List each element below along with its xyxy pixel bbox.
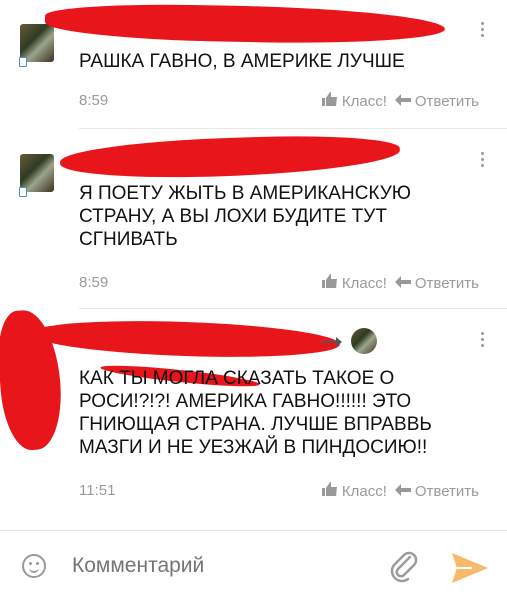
like-button[interactable]: Класс! bbox=[321, 274, 387, 292]
comment-composer bbox=[0, 530, 507, 605]
divider bbox=[79, 308, 507, 309]
comment-text: РАШКА ГАВНО, В АМЕРИКЕ ЛУЧШЕ bbox=[79, 51, 405, 72]
thumbs-up-icon bbox=[321, 274, 338, 292]
reply-button[interactable]: Ответить bbox=[394, 93, 479, 110]
author-name-redacted bbox=[29, 316, 341, 362]
like-button[interactable]: Класс! bbox=[321, 482, 387, 500]
like-button[interactable]: Класс! bbox=[321, 92, 387, 110]
reply-to-arrow-icon bbox=[322, 332, 342, 353]
comment-time: 8:59 bbox=[79, 274, 109, 291]
more-options-icon[interactable] bbox=[481, 22, 485, 37]
attach-icon[interactable] bbox=[388, 549, 420, 588]
comment-1: РАШКА ГАВНО, В АМЕРИКЕ ЛУЧШЕ 8:59 Класс!… bbox=[0, 0, 507, 130]
reply-target-avatar[interactable] bbox=[351, 328, 377, 354]
comment-actions: Класс! Ответить bbox=[321, 92, 479, 110]
emoji-icon[interactable] bbox=[22, 554, 46, 578]
reply-button[interactable]: Ответить bbox=[394, 275, 479, 292]
more-options-icon[interactable] bbox=[481, 152, 485, 167]
comment-actions: Класс! Ответить bbox=[321, 274, 479, 292]
author-name-redacted bbox=[44, 2, 446, 46]
comment-2: Я ПОЕТУ ЖЫТЬ В АМЕРИКАНСКУЮ СТРАНУ, А ВЫ… bbox=[0, 130, 507, 310]
mobile-online-icon bbox=[19, 187, 27, 197]
comment-text: КАК ТЫ МОГЛА СКАЗАТЬ ТАКОЕ О РОСИ!?!?! А… bbox=[79, 368, 432, 458]
comment-3: КАК ТЫ МОГЛА СКАЗАТЬ ТАКОЕ О РОСИ!?!?! А… bbox=[0, 308, 507, 530]
send-icon[interactable] bbox=[452, 553, 488, 588]
thumbs-up-icon bbox=[321, 92, 338, 110]
more-options-icon[interactable] bbox=[481, 332, 485, 347]
reply-arrow-icon bbox=[394, 93, 411, 110]
author-name-redacted bbox=[59, 132, 401, 182]
comment-actions: Класс! Ответить bbox=[321, 482, 479, 500]
mobile-online-icon bbox=[19, 57, 27, 67]
thumbs-up-icon bbox=[321, 482, 338, 500]
reply-arrow-icon bbox=[394, 275, 411, 292]
comment-input[interactable] bbox=[70, 553, 324, 579]
comment-time: 8:59 bbox=[79, 92, 109, 109]
reply-arrow-icon bbox=[394, 483, 411, 500]
divider bbox=[79, 128, 507, 129]
comment-time: 11:51 bbox=[79, 482, 116, 499]
comment-text: Я ПОЕТУ ЖЫТЬ В АМЕРИКАНСКУЮ СТРАНУ, А ВЫ… bbox=[79, 183, 411, 250]
reply-button[interactable]: Ответить bbox=[394, 483, 479, 500]
